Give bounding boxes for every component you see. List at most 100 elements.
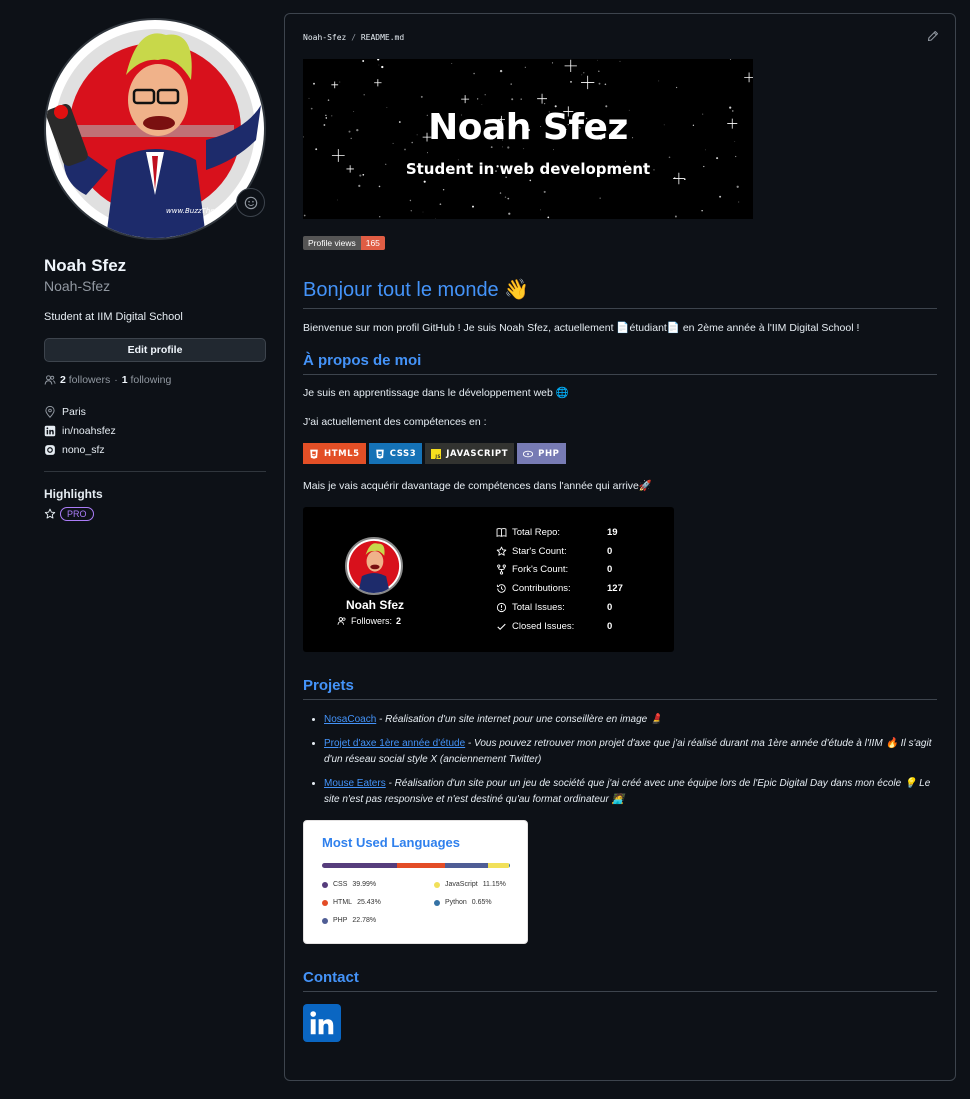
star-dot [504,196,507,198]
star-dot [604,83,607,86]
languages-bar-segment [444,863,488,868]
badge-php-label: PHP [538,448,560,459]
star-dot [422,211,424,213]
project-description: - Réalisation d'un site pour un jeu de s… [324,778,931,805]
star-dot [303,214,306,217]
star-dot [540,209,541,211]
stats-value: 19 [607,526,618,538]
avatar-image: www.BuzzTheGame.com [46,29,261,238]
following-link[interactable]: 1 following [122,374,172,386]
edit-readme-button[interactable] [927,30,939,45]
list-item: NosaCoach - Réalisation d'un site intern… [324,712,937,728]
banner-title: Noah Sfez [428,107,628,148]
star-dot [543,102,546,105]
star-dot [735,155,737,158]
stats-followers-value: 2 [396,616,402,626]
banner-subtitle: Student in web development [405,160,651,178]
star-dot [736,185,739,188]
css3-icon [375,449,384,459]
star-sparkle [374,79,382,87]
badge-javascript-label: JAVASCRIPT [446,448,509,459]
badge-php: PHP [517,443,566,464]
lang-dot [434,881,440,888]
star-dot [570,80,572,83]
lang-name: HTML [333,899,353,906]
views-count: 165 [360,236,385,250]
intro-paragraph: Bienvenue sur mon profil GitHub ! Je sui… [303,322,860,334]
star-dot [701,210,703,212]
contact-heading: Contact [303,968,937,992]
star-sparkle [564,59,577,73]
future-paragraph: Mais je vais acquérir davantage de compé… [303,480,652,492]
stats-value: 0 [607,602,613,614]
star-dot [598,70,600,73]
star-sparkle [331,81,339,89]
stats-name: Noah Sfez [345,598,404,612]
star-dot [339,81,341,83]
star-dot [377,59,380,61]
stats-value: 0 [607,620,613,632]
star-dot [477,98,479,100]
profile-sidebar: www.BuzzTheGame.com Noah Sfez Noah-Sfez … [44,18,266,521]
svg-text:JS: JS [435,453,442,458]
stats-label: Star's Count: [512,545,567,557]
star-dot [668,156,671,159]
edit-profile-button[interactable]: Edit profile [44,338,266,362]
set-status-button[interactable] [236,188,265,217]
linkedin-link[interactable]: in/noahsfez [62,425,116,437]
check-icon [496,623,506,630]
lang-item-php: PHP 22.78% [322,917,376,924]
readme-file: README.md [360,33,405,42]
location-text: Paris [62,405,86,418]
followers-link[interactable]: 2 followers [60,374,110,386]
star-dot [543,190,546,193]
pro-badge: PRO [60,507,94,521]
languages-bar-segment [397,863,445,868]
profile-views-badge: Profile views 165 [303,236,385,250]
tech-badges: HTML5 CSS3 JS JAVASCRIPT PHP [303,443,937,464]
instagram-item[interactable]: nono_sfz [44,440,266,459]
readme-box: Noah-Sfez / README.md Noah Sfez Student … [284,13,956,1081]
instagram-link[interactable]: nono_sfz [62,444,105,456]
instagram-icon [45,444,55,455]
stats-label: Contributions: [512,583,571,595]
star-sparkle [461,95,470,104]
star-sparkle [537,93,547,104]
stats-value: 0 [607,545,613,557]
follow-stats: 2 followers · 1 following [44,374,266,386]
star-dot [675,86,678,89]
readme-owner[interactable]: Noah-Sfez [303,33,346,42]
lang-name: Python [445,899,467,906]
star-dot [337,199,339,201]
stats-label: Total Repo: [512,526,561,538]
stats-followers: Followers: 2 [337,616,401,626]
linkedin-contact-button[interactable] [303,1004,341,1042]
star-dot [409,199,412,202]
star-dot [507,197,510,200]
projects-heading: Projets [303,676,937,700]
avatar[interactable]: www.BuzzTheGame.com [44,18,266,240]
star-dot [308,97,310,99]
project-link-mouse-eaters[interactable]: Mouse Eaters [324,778,386,789]
lang-dot [322,917,328,924]
highlight-pro: PRO [44,507,266,521]
badge-html5: HTML5 [303,443,366,464]
javascript-icon: JS [431,448,442,459]
star-dot [442,188,445,191]
stats-row: Contributions: 127 [494,579,623,598]
sidebar-divider [44,471,266,472]
star-dot [729,59,732,60]
project-link-axe[interactable]: Projet d'axe 1ère année d'étude [324,738,465,749]
star-dot [552,149,554,151]
most-used-languages-card: Most Used Languages CSS 39.99% HTML 25.4… [303,820,528,944]
lang-item-python: Python 0.65% [434,899,492,906]
following-count: 1 [121,374,128,386]
linkedin-item[interactable]: in/noahsfez [44,421,266,440]
lang-dot [322,881,328,888]
greeting-heading: Bonjour tout le monde 👋 [303,277,937,309]
lang-name: PHP [333,917,348,924]
project-link-nosacoach[interactable]: NosaCoach [324,714,376,725]
star-dot [378,185,381,188]
star-dot [473,72,475,75]
star-dot [520,98,522,100]
